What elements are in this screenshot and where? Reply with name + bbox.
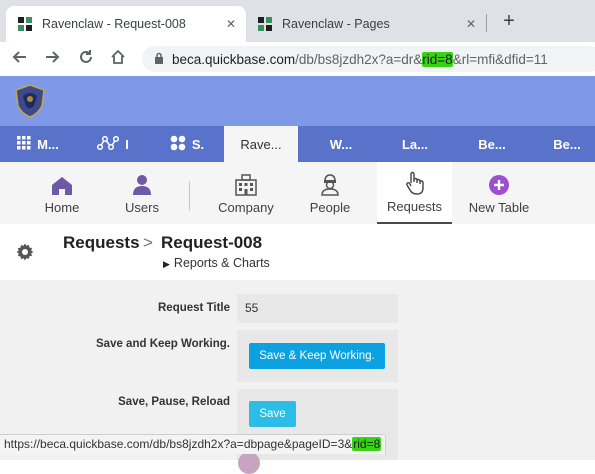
- app-tab-be-1[interactable]: Be...: [455, 126, 529, 162]
- url-path: /db/bs8jzdh2x?a=dr&: [295, 51, 423, 67]
- app-header: [0, 76, 595, 126]
- app-tab-w[interactable]: W...: [304, 126, 378, 162]
- table-item-people[interactable]: People: [296, 162, 364, 224]
- app-tab-ravenclaw[interactable]: Rave...: [224, 126, 298, 162]
- save-button[interactable]: Save: [249, 401, 296, 427]
- table-item-label: New Table: [468, 199, 530, 215]
- table-item-home[interactable]: Home: [28, 162, 96, 224]
- hand-pointer-icon: [405, 171, 425, 195]
- app-tab-m[interactable]: M...: [0, 126, 76, 162]
- app-tab-be-2[interactable]: Be...: [530, 126, 595, 162]
- breadcrumb-separator: >: [143, 233, 153, 252]
- field-label-request-title: Request Title: [158, 302, 230, 314]
- table-item-label: People: [309, 199, 351, 215]
- app-tab-label: Be...: [478, 136, 506, 152]
- person-icon: [319, 172, 341, 196]
- gear-icon[interactable]: [16, 243, 34, 266]
- field-label-save-pause-reload: Save, Pause, Reload: [118, 396, 230, 408]
- request-title-value: 55: [245, 301, 259, 315]
- ravenclaw-crest-icon[interactable]: [14, 84, 46, 118]
- app-tab-label: W...: [329, 136, 353, 152]
- building-icon: [234, 172, 258, 196]
- close-tab-icon[interactable]: ✕: [226, 17, 236, 31]
- browser-status-bar: https://beca.quickbase.com/db/bs8jzdh2x?…: [0, 434, 387, 454]
- table-item-users[interactable]: Users: [108, 162, 176, 224]
- field-label-save-keep-working: Save and Keep Working.: [96, 338, 230, 350]
- home-icon[interactable]: [107, 48, 129, 70]
- record-form: Request Title 55 Save and Keep Working. …: [0, 280, 595, 460]
- request-title-field[interactable]: [237, 294, 398, 323]
- address-bar[interactable]: beca.quickbase.com/db/bs8jzdh2x?a=dr& rid…: [142, 46, 595, 72]
- table-item-requests[interactable]: Requests: [377, 162, 452, 224]
- app-tab-label: M...: [37, 136, 59, 152]
- browser-tab-inactive[interactable]: Ravenclaw - Pages ✕: [246, 6, 486, 42]
- page-title: Request-008: [161, 233, 263, 252]
- browser-tab-title: Ravenclaw - Request-008: [42, 17, 186, 31]
- app-tab-label: I: [125, 136, 129, 152]
- home-icon: [51, 172, 73, 196]
- browser-toolbar: beca.quickbase.com/db/bs8jzdh2x?a=dr& rid…: [0, 42, 595, 76]
- app-tab-s[interactable]: S.: [150, 126, 224, 162]
- save-keep-working-button[interactable]: Save & Keep Working.: [249, 343, 385, 369]
- plus-circle-icon: [488, 172, 510, 196]
- table-bar: Home Users Company People Requests New T…: [0, 162, 595, 224]
- network-icon: [97, 135, 120, 153]
- url-host: beca.quickbase.com: [172, 51, 296, 67]
- close-tab-icon[interactable]: ✕: [466, 17, 476, 31]
- plus-icon[interactable]: +: [498, 10, 520, 33]
- forward-arrow-icon[interactable]: [41, 48, 63, 70]
- breadcrumb-table-link[interactable]: Requests: [63, 233, 140, 253]
- caret-right-icon: ▶: [163, 259, 170, 269]
- status-url-highlight: rid=8: [352, 437, 382, 451]
- browser-tab-title: Ravenclaw - Pages: [282, 17, 390, 31]
- table-item-label: Company: [218, 199, 274, 215]
- reload-icon[interactable]: [75, 48, 97, 70]
- table-item-new-table[interactable]: New Table: [462, 162, 536, 224]
- app-tab-label: La...: [401, 136, 428, 152]
- avatar: [238, 452, 260, 474]
- table-item-label: Home: [44, 199, 80, 215]
- reports-charts-label: Reports & Charts: [173, 256, 270, 270]
- table-item-company[interactable]: Company: [206, 162, 286, 224]
- app-tab-label: Rave...: [240, 136, 282, 152]
- app-tab-label: S.: [191, 136, 205, 152]
- table-bar-divider: [189, 181, 190, 211]
- app-tab-i[interactable]: I: [76, 126, 150, 162]
- url-highlight: rid=8: [422, 51, 453, 67]
- quickbase-favicon: [18, 17, 32, 31]
- app-tab-label: Be...: [553, 136, 581, 152]
- status-url: https://beca.quickbase.com/db/bs8jzdh2x?…: [4, 437, 353, 451]
- table-item-label: Requests: [387, 198, 442, 214]
- tab-divider: [486, 14, 487, 32]
- app-tabs-bar: M... I S. Rave... W... La... Be... Be...: [0, 126, 595, 162]
- browser-tab-strip: Ravenclaw - Request-008 ✕ Ravenclaw - Pa…: [0, 0, 595, 42]
- browser-tab-active[interactable]: Ravenclaw - Request-008 ✕: [6, 6, 246, 42]
- url-path-rest: &rl=mfi&dfid=11: [452, 51, 548, 67]
- dots-icon: [170, 135, 186, 154]
- grid-icon: [17, 135, 31, 153]
- app-tab-la[interactable]: La...: [378, 126, 452, 162]
- table-item-label: Users: [125, 199, 159, 215]
- quickbase-favicon: [258, 17, 272, 31]
- user-icon: [132, 172, 152, 196]
- lock-icon: [154, 52, 164, 67]
- reports-charts-link[interactable]: ▶ Reports & Charts: [163, 256, 270, 270]
- back-arrow-icon[interactable]: [9, 48, 31, 70]
- breadcrumb: Requests > Request-008 ▶ Reports & Charts: [0, 224, 595, 280]
